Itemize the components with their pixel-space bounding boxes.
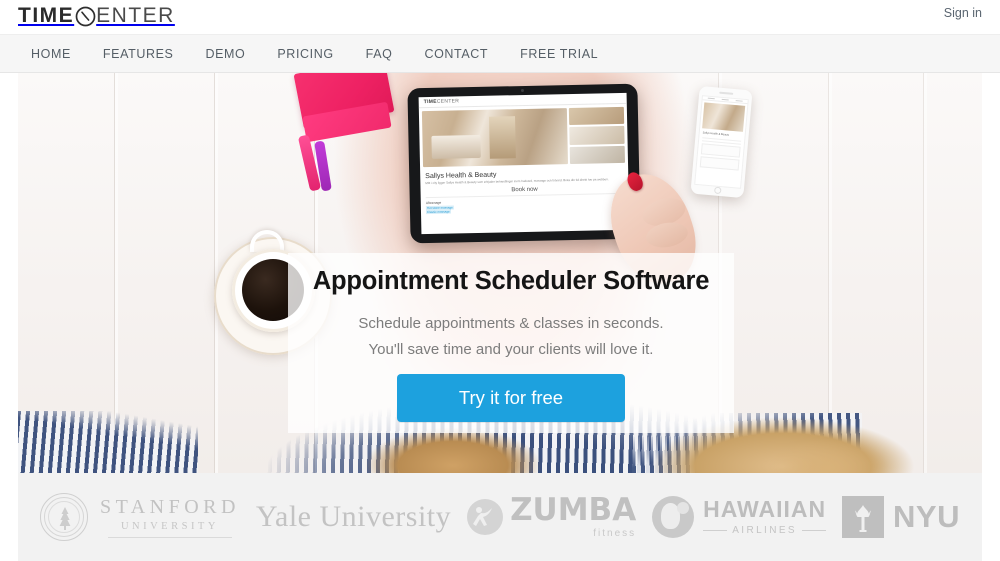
phone-service-card[interactable]	[699, 156, 740, 171]
nav-item-home[interactable]: HOME	[15, 35, 87, 73]
hero-overlay-card: Appointment Scheduler Software Schedule …	[288, 253, 734, 433]
page-title: Appointment Scheduler Software	[312, 267, 710, 295]
phone-device: Sallys Health & Beauty	[690, 85, 753, 199]
phone-service-card[interactable]	[700, 143, 741, 158]
tablet-service-name[interactable]: Classic massage	[425, 209, 451, 214]
stanford-rule	[107, 537, 232, 538]
logo-text-enter: ENTER	[96, 4, 175, 27]
tablet-logo-part1: TIME	[423, 98, 437, 106]
hero-subtitle-line-2: You'll save time and your clients will l…	[368, 340, 654, 358]
hero-section: TIMECENTER Sallys Health & Beauty Mitt i…	[18, 73, 982, 473]
tablet-side-photos	[569, 106, 626, 165]
site-logo[interactable]: TIME ENTER	[18, 3, 175, 29]
tablet-thumb-3	[570, 145, 626, 165]
blonde-hair-bun	[753, 423, 903, 473]
tablet-screen: TIMECENTER Sallys Health & Beauty Mitt i…	[418, 92, 630, 235]
hawaiian-sub: AIRLINES	[732, 525, 797, 536]
phone-speaker-icon	[718, 91, 733, 95]
brand-zumba: ZUMBA fitness	[467, 495, 636, 539]
hero-subtitle-line-1: Schedule appointments & classes in secon…	[358, 314, 664, 332]
tablet-photo-gallery	[419, 104, 628, 170]
tablet-camera-icon	[520, 88, 525, 93]
tablet-thumb-1	[569, 106, 625, 126]
main-navigation: HOME FEATURES DEMO PRICING FAQ CONTACT F…	[0, 34, 1000, 73]
customer-logo-strip: STANFORD UNIVERSITY Yale University ZUMB…	[18, 473, 982, 561]
stanford-wordmark: STANFORD UNIVERSITY	[100, 496, 240, 538]
nyu-name: NYU	[893, 499, 960, 534]
brand-stanford: STANFORD UNIVERSITY	[39, 493, 240, 541]
nav-item-faq[interactable]: FAQ	[350, 35, 409, 73]
hawaiian-rule-left	[703, 530, 728, 531]
zumba-wordmark: ZUMBA fitness	[510, 492, 637, 540]
phone-photo	[702, 102, 746, 132]
landing-page: TIME ENTER Sign in HOME FEATURES DEMO PR…	[0, 0, 1000, 561]
nav-item-demo[interactable]: DEMO	[189, 35, 261, 73]
brand-hawaiian-airlines: HAWAIIAN AIRLINES	[652, 496, 827, 538]
tablet-logo: TIMECENTER	[424, 98, 460, 105]
top-bar: TIME ENTER Sign in	[0, 0, 1000, 34]
nyu-torch-icon	[842, 496, 885, 538]
phone-home-button-icon	[713, 186, 722, 195]
nav-item-contact[interactable]: CONTACT	[408, 35, 504, 73]
try-it-for-free-button[interactable]: Try it for free	[397, 373, 625, 422]
nav-item-features[interactable]: FEATURES	[87, 35, 190, 73]
hawaiian-pualani-icon	[652, 496, 695, 538]
zumba-dancer-icon	[467, 499, 504, 535]
phone-screen: Sallys Health & Beauty	[694, 95, 749, 189]
brand-yale: Yale University	[256, 500, 451, 534]
zumba-name: ZUMBA	[510, 492, 637, 528]
yale-name: Yale University	[255, 500, 452, 533]
tablet-thumb-2	[569, 126, 625, 145]
sign-in-link[interactable]: Sign in	[944, 6, 982, 20]
logo-text-time: TIME	[18, 4, 75, 27]
nav-item-pricing[interactable]: PRICING	[261, 35, 349, 73]
brand-nyu: NYU	[842, 496, 960, 538]
hawaiian-rule-right	[802, 530, 827, 531]
hawaiian-wordmark: HAWAIIAN AIRLINES	[703, 496, 827, 536]
zumba-sub: fitness	[593, 528, 637, 539]
stanford-name: STANFORD	[99, 496, 240, 518]
nav-item-free-trial[interactable]: FREE TRIAL	[504, 35, 614, 73]
tablet-device: TIMECENTER Sallys Health & Beauty Mitt i…	[407, 83, 641, 244]
tablet-main-photo	[421, 108, 569, 168]
stanford-seal-icon	[39, 493, 88, 541]
tablet-logo-part2: CENTER	[436, 98, 460, 105]
clock-icon	[75, 6, 96, 27]
hawaiian-name: HAWAIIAN	[703, 496, 827, 522]
stanford-sub: UNIVERSITY	[120, 521, 219, 532]
